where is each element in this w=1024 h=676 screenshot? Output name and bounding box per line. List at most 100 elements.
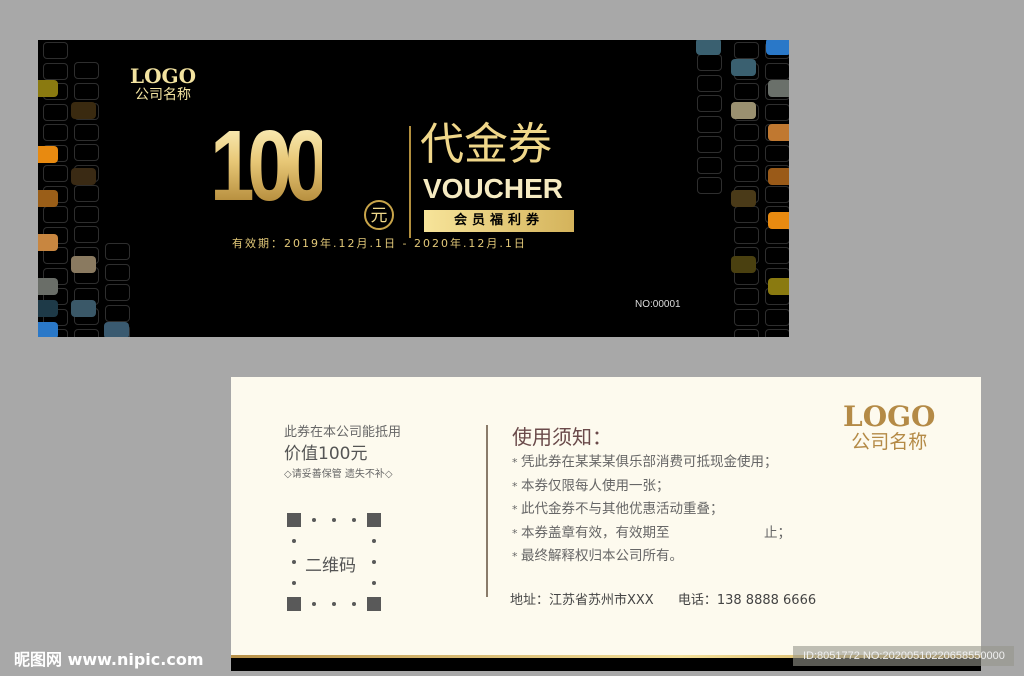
tile bbox=[74, 185, 99, 202]
title-cn: 代金券 bbox=[420, 119, 552, 170]
tile bbox=[38, 278, 58, 295]
tile bbox=[734, 206, 759, 223]
rule-item: 此代金券不与其他优惠活动重叠； bbox=[512, 498, 791, 522]
tile bbox=[697, 74, 722, 92]
divider bbox=[409, 126, 411, 238]
tile bbox=[734, 124, 759, 141]
company-name: 公司名称 bbox=[135, 87, 191, 103]
tile bbox=[43, 165, 68, 182]
voucher-amount: 100 bbox=[210, 110, 329, 222]
tile bbox=[74, 123, 99, 141]
tile bbox=[697, 156, 722, 174]
tile bbox=[38, 234, 58, 251]
tile bbox=[734, 83, 759, 100]
tile bbox=[105, 263, 130, 281]
tile bbox=[765, 226, 789, 244]
tile bbox=[697, 115, 722, 133]
tile bbox=[768, 212, 789, 229]
phone: 电话：138 8888 6666 bbox=[677, 593, 817, 608]
tile bbox=[71, 168, 96, 185]
keep-text: ◇请妥善保管 遗失不补◇ bbox=[284, 469, 393, 480]
member-badge: 会员福利券 bbox=[424, 210, 574, 232]
divider bbox=[486, 425, 488, 597]
value-text: 价值100元 bbox=[284, 444, 368, 464]
tile bbox=[104, 322, 129, 337]
tile bbox=[43, 42, 68, 59]
back-logo: LOGO 公司名称 bbox=[843, 400, 936, 454]
tile bbox=[731, 102, 756, 119]
rules-list: 凭此券在某某某俱乐部消费可抵现金使用； 本券仅限每人使用一张； 此代金券不与其他… bbox=[512, 451, 791, 569]
tile bbox=[105, 284, 130, 301]
tile bbox=[734, 42, 759, 59]
tile bbox=[768, 278, 789, 295]
tile bbox=[734, 165, 759, 182]
tile bbox=[731, 190, 756, 207]
rule-item: 本券仅限每人使用一张； bbox=[512, 475, 791, 499]
tile bbox=[38, 190, 58, 207]
tile bbox=[105, 304, 130, 322]
tile bbox=[74, 82, 99, 100]
tile bbox=[74, 205, 99, 223]
qr-label: 二维码 bbox=[305, 556, 356, 576]
use-text: 此券在本公司能抵用 bbox=[284, 425, 402, 440]
address: 地址：江苏省苏州市XXX bbox=[510, 593, 654, 608]
tile bbox=[731, 256, 756, 273]
tile bbox=[734, 308, 759, 326]
tile bbox=[697, 177, 722, 194]
serial-number: NO:00001 bbox=[635, 299, 681, 310]
voucher-back: 此券在本公司能抵用 价值100元 ◇请妥善保管 遗失不补◇ 二维码 使用须知： … bbox=[231, 377, 981, 671]
tile bbox=[765, 329, 789, 337]
tile bbox=[71, 300, 96, 317]
tile bbox=[697, 54, 722, 71]
company-name: 公司名称 bbox=[851, 431, 928, 453]
tile bbox=[766, 40, 789, 55]
contact-info: 地址：江苏省苏州市XXX 电话：138 8888 6666 bbox=[510, 589, 836, 608]
tile bbox=[765, 185, 789, 203]
watermark: 昵图网 www.nipic.com bbox=[14, 650, 204, 669]
tile bbox=[765, 62, 789, 80]
title-en: VOUCHER bbox=[423, 173, 564, 204]
tile bbox=[696, 40, 721, 55]
voucher-front: LOGO 公司名称 100 元 代金券 VOUCHER 会员福利券 有效期：20… bbox=[38, 40, 789, 337]
tile bbox=[765, 247, 789, 264]
tile bbox=[765, 144, 789, 162]
tile bbox=[74, 144, 99, 161]
tile bbox=[38, 146, 58, 163]
tile bbox=[768, 124, 789, 141]
tile bbox=[734, 144, 759, 162]
tile bbox=[765, 103, 789, 121]
tile bbox=[43, 103, 68, 121]
tile bbox=[74, 62, 99, 79]
tile bbox=[71, 102, 96, 119]
tile bbox=[38, 80, 58, 97]
tile bbox=[38, 300, 58, 317]
tile bbox=[43, 206, 68, 223]
logo-text: LOGO bbox=[843, 400, 936, 433]
tile bbox=[731, 59, 756, 76]
qr-code-placeholder: 二维码 bbox=[287, 513, 381, 611]
tile bbox=[74, 328, 99, 337]
tile bbox=[734, 226, 759, 244]
tile bbox=[734, 329, 759, 337]
logo-text: LOGO bbox=[130, 64, 196, 88]
tile bbox=[71, 256, 96, 273]
tile bbox=[697, 95, 722, 112]
tile bbox=[43, 62, 68, 80]
rule-item: 本券盖章有效，有效期至 止； bbox=[512, 522, 791, 546]
front-logo: LOGO 公司名称 bbox=[130, 66, 196, 104]
tile bbox=[768, 168, 789, 185]
tile bbox=[38, 322, 58, 337]
tile bbox=[105, 243, 130, 260]
notice-title: 使用须知： bbox=[512, 425, 612, 449]
tile bbox=[697, 136, 722, 153]
rule-item: 最终解释权归本公司所有。 bbox=[512, 545, 791, 569]
tile bbox=[734, 288, 759, 305]
rule-item: 凭此券在某某某俱乐部消费可抵现金使用； bbox=[512, 451, 791, 475]
currency-badge: 元 bbox=[364, 200, 394, 230]
tile bbox=[768, 80, 789, 97]
tile bbox=[765, 308, 789, 326]
image-id: ID:8051772 NO:20200510220658550000 bbox=[793, 646, 1014, 666]
tile bbox=[74, 226, 99, 243]
tile bbox=[43, 124, 68, 141]
validity-period: 有效期：2019年.12月.1日 - 2020年.12月.1日 bbox=[232, 237, 527, 250]
